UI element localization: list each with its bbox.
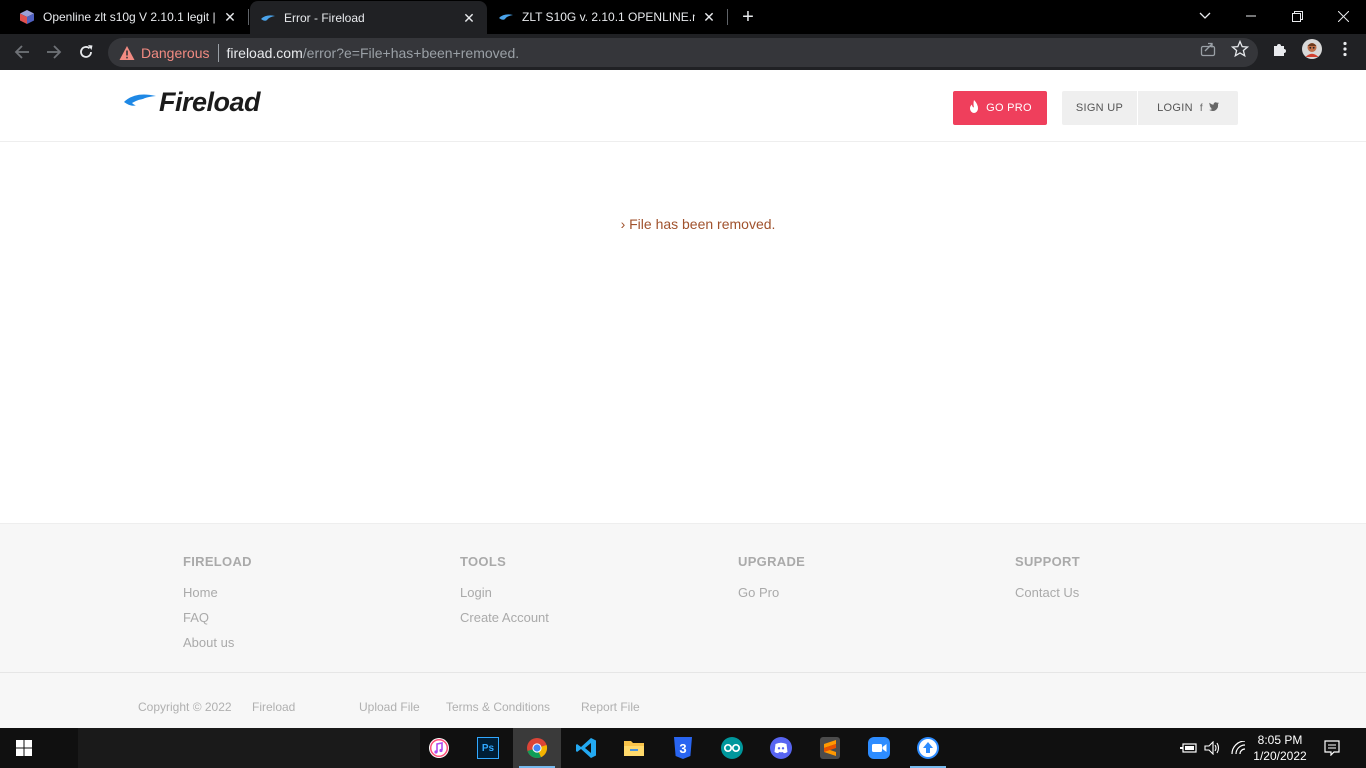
cube-favicon-icon: [19, 9, 35, 25]
file-explorer-icon[interactable]: [610, 728, 658, 768]
wifi-icon[interactable]: [1230, 728, 1246, 768]
warning-triangle-icon[interactable]: [119, 45, 135, 61]
css3-icon[interactable]: 3: [659, 728, 707, 768]
tab-separator: [727, 9, 728, 25]
error-message: › File has been removed.: [620, 216, 776, 232]
tab-close-icon[interactable]: ✕: [461, 10, 477, 26]
extensions-puzzle-icon[interactable]: [1271, 40, 1289, 58]
footer-heading: TOOLS: [460, 554, 507, 569]
footer-link-contact-us[interactable]: Contact Us: [1015, 585, 1080, 600]
footer-link-create-account[interactable]: Create Account: [460, 610, 549, 625]
tab-error-fireload[interactable]: Error - Fireload ✕: [250, 1, 487, 34]
tab-close-icon[interactable]: ✕: [222, 9, 238, 25]
tab-title: ZLT S10G v. 2.10.1 OPENLINE.mp: [522, 10, 695, 24]
footer-heading: UPGRADE: [738, 554, 806, 569]
go-pro-label: GO PRO: [986, 102, 1032, 114]
footer-link-go-pro[interactable]: Go Pro: [738, 585, 805, 600]
footer-bottom-bar: Copyright © 2022 Fireload Upload File Te…: [0, 672, 1366, 729]
footer-link-about-us[interactable]: About us: [183, 635, 252, 650]
login-label: LOGIN: [1157, 102, 1193, 114]
battery-icon[interactable]: [1180, 728, 1198, 768]
login-button[interactable]: LOGIN f: [1138, 91, 1238, 125]
url-path: /error?e=File+has+been+removed.: [302, 44, 520, 61]
windows-start-icon[interactable]: [0, 728, 48, 768]
web-page: Fireload GO PRO SIGN UP LOGIN f › File h…: [0, 70, 1366, 728]
clock-date: 1/20/2022: [1253, 749, 1307, 763]
footer-link-home[interactable]: Home: [183, 585, 252, 600]
tab-close-icon[interactable]: ✕: [701, 9, 717, 25]
browser-toolbar: Dangerous fireload.com/error?e=File+has+…: [0, 34, 1366, 70]
fireload-favicon-icon: [498, 9, 514, 25]
fireload-swoosh-icon: [123, 88, 157, 117]
footer-column-fireload: FIRELOAD Home FAQ About us: [183, 554, 252, 660]
css3-label: 3: [679, 741, 686, 756]
logo-text: Fireload: [159, 86, 261, 117]
share-icon[interactable]: [1199, 40, 1217, 58]
site-footer: FIRELOAD Home FAQ About us TOOLS Login C…: [0, 523, 1366, 728]
sign-up-label: SIGN UP: [1075, 102, 1124, 114]
upload-app-icon[interactable]: [904, 728, 952, 768]
url-domain: fireload.com: [226, 44, 303, 61]
footer-column-support: SUPPORT Contact Us: [1015, 554, 1080, 610]
footer-brand-link[interactable]: Fireload: [252, 700, 295, 714]
forward-arrow-icon[interactable]: [39, 37, 69, 67]
facebook-icon[interactable]: f: [1200, 103, 1203, 114]
tab-title: Error - Fireload: [284, 10, 365, 25]
tab-title: Openline zlt s10g V 2.10.1 legit |: [43, 10, 216, 24]
copyright-text: Copyright © 2022: [138, 700, 232, 714]
site-header: Fireload GO PRO SIGN UP LOGIN f: [0, 70, 1366, 142]
itunes-icon[interactable]: [415, 728, 463, 768]
system-clock[interactable]: 8:05 PM 1/20/2022: [1250, 732, 1310, 764]
sublime-text-icon[interactable]: [806, 728, 854, 768]
tab-zlt-mp[interactable]: ZLT S10G v. 2.10.1 OPENLINE.mp ✕: [487, 0, 727, 34]
tab-separator: [248, 9, 249, 25]
bookmark-star-icon[interactable]: [1230, 39, 1250, 58]
tab-openline[interactable]: Openline zlt s10g V 2.10.1 legit | ✕: [0, 0, 248, 34]
browser-menu-icon[interactable]: [1336, 40, 1354, 58]
footer-link-report-file[interactable]: Report File: [581, 700, 640, 714]
clock-time: 8:05 PM: [1257, 733, 1303, 747]
footer-link-terms[interactable]: Terms & Conditions: [446, 700, 550, 714]
twitter-icon[interactable]: [1208, 102, 1219, 114]
go-pro-button[interactable]: GO PRO: [953, 91, 1047, 125]
footer-column-tools: TOOLS Login Create Account: [460, 554, 549, 635]
address-bar[interactable]: Dangerous fireload.com/error?e=File+has+…: [108, 38, 1258, 67]
fireload-logo[interactable]: Fireload: [123, 86, 261, 118]
security-status-label[interactable]: Dangerous: [141, 45, 210, 61]
arduino-icon[interactable]: [708, 728, 756, 768]
footer-link-login[interactable]: Login: [460, 585, 549, 600]
footer-link-faq[interactable]: FAQ: [183, 610, 252, 625]
browser-tab-strip: Openline zlt s10g V 2.10.1 legit | ✕ Err…: [0, 0, 1366, 34]
close-window-icon[interactable]: [1320, 0, 1366, 32]
fireload-favicon-icon: [260, 10, 276, 26]
taskbar-search-box[interactable]: [78, 728, 420, 768]
photoshop-label: Ps: [477, 737, 499, 759]
discord-icon[interactable]: [757, 728, 805, 768]
footer-heading: FIRELOAD: [183, 554, 252, 569]
footer-link-upload-file[interactable]: Upload File: [359, 700, 420, 714]
photoshop-icon[interactable]: Ps: [464, 728, 512, 768]
notifications-icon[interactable]: [1324, 728, 1340, 768]
zoom-icon[interactable]: [855, 728, 903, 768]
profile-avatar[interactable]: [1302, 39, 1322, 59]
volume-icon[interactable]: [1204, 728, 1222, 768]
windows-taskbar: Ps 3 8:05 PM 1/20/2022: [0, 728, 1366, 768]
footer-column-upgrade: UPGRADE Go Pro: [738, 554, 805, 610]
reload-icon[interactable]: [71, 37, 101, 67]
chrome-icon[interactable]: [513, 728, 561, 768]
sign-up-button[interactable]: SIGN UP: [1062, 91, 1137, 125]
footer-heading: SUPPORT: [1015, 554, 1080, 569]
flame-icon: [968, 99, 980, 117]
back-arrow-icon[interactable]: [7, 37, 37, 67]
vscode-icon[interactable]: [562, 728, 610, 768]
minimize-icon[interactable]: [1228, 0, 1274, 32]
new-tab-plus-icon[interactable]: +: [738, 7, 758, 27]
tab-search-chevron-icon[interactable]: [1182, 0, 1228, 32]
omnibox-divider: [217, 43, 219, 62]
restore-icon[interactable]: [1274, 0, 1320, 32]
